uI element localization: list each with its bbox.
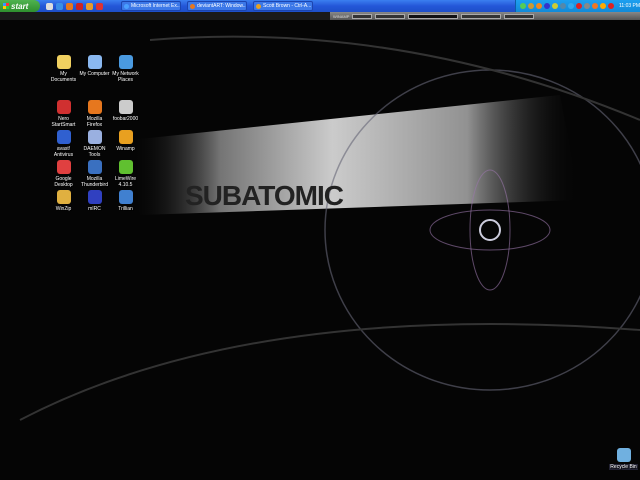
tray-icon[interactable] [544, 3, 550, 9]
icon-label: mIRC [88, 206, 101, 212]
nero-icon[interactable] [96, 2, 103, 10]
taskbar-button[interactable]: deviantART: Window... [187, 1, 247, 11]
icon-label: My Network Places [112, 71, 139, 83]
tray-icon[interactable] [520, 3, 526, 9]
google-desktop-icon [56, 160, 71, 174]
quick-launch [46, 2, 103, 10]
winamp-toolbar[interactable]: WINAMP [330, 12, 640, 20]
desktop-icon[interactable]: WinZip [48, 190, 79, 212]
tray-icon[interactable] [576, 3, 582, 9]
nero-icon [56, 100, 71, 114]
my-computer-icon [87, 55, 102, 69]
tray-icon[interactable] [528, 3, 534, 9]
tray-icon[interactable] [592, 3, 598, 9]
icon-label: foobar2000 [112, 116, 139, 122]
avast-icon [56, 130, 71, 144]
start-button[interactable]: start [0, 0, 40, 12]
desktop-icon[interactable]: avast! Antivirus [48, 130, 79, 158]
tray-icon[interactable] [560, 3, 566, 9]
desktop-icon[interactable]: Google Desktop [48, 160, 79, 188]
icon-label: Trillian [118, 206, 133, 212]
tray-icon[interactable] [608, 3, 614, 9]
icon-label: Winamp [116, 146, 135, 152]
desktop-icon[interactable]: LimeWire 4.10.5 [110, 160, 141, 188]
taskbar-button[interactable]: Microsoft Internet Ex... [121, 1, 181, 11]
task-list: Microsoft Internet Ex... deviantART: Wind… [115, 1, 313, 11]
desktop-icon[interactable]: mIRC [79, 190, 110, 212]
icon-label: Mozilla Thunderbird [81, 176, 108, 188]
window-icon [256, 3, 261, 9]
ie-icon[interactable] [56, 2, 63, 10]
show-desktop-icon[interactable] [46, 2, 53, 10]
mirc-icon [87, 190, 102, 204]
tray-icon[interactable] [568, 3, 574, 9]
app-icon[interactable] [86, 2, 93, 10]
desktop-icon[interactable]: My Computer [79, 55, 110, 77]
windows-flag-icon [3, 3, 9, 9]
tray-icon[interactable] [600, 3, 606, 9]
thunderbird-icon [87, 160, 102, 174]
icon-label: DAEMON Tools [83, 146, 106, 158]
foobar-icon [118, 100, 133, 114]
task-label: Microsoft Internet Ex... [131, 3, 181, 9]
winamp-icon [118, 130, 133, 144]
desktop-icon[interactable]: My Network Places [110, 55, 141, 83]
window-icon [124, 3, 129, 9]
tray-icon[interactable] [584, 3, 590, 9]
icon-label: LimeWire 4.10.5 [114, 176, 137, 188]
task-label: deviantART: Window... [197, 3, 247, 9]
icon-label: avast! Antivirus [53, 146, 74, 158]
taskbar-button[interactable]: Scott Brown - Ctrl-A... [253, 1, 313, 11]
desktop-icon[interactable]: Trillian [110, 190, 141, 212]
winzip-icon [56, 190, 71, 204]
recycle-bin-icon [616, 448, 631, 462]
limewire-icon [118, 160, 133, 174]
desktop-icon[interactable]: foobar2000 [110, 100, 141, 122]
clock[interactable]: 11:03 PM [619, 3, 640, 9]
system-tray: 11:03 PM [515, 0, 640, 12]
firefox-icon [87, 100, 102, 114]
network-places-icon [118, 55, 133, 69]
window-icon [190, 3, 195, 9]
my-documents-icon [56, 55, 71, 69]
tray-icon[interactable] [536, 3, 542, 9]
wallpaper-logo: SUBATOMIC [185, 180, 344, 211]
winamp-buttons[interactable] [375, 13, 406, 19]
daemon-tools-icon [87, 130, 102, 144]
winamp-controls[interactable] [352, 13, 373, 19]
firefox-icon[interactable] [66, 2, 73, 10]
desktop-icon[interactable]: Mozilla Thunderbird [79, 160, 110, 188]
desktop-icon[interactable]: My Documents [48, 55, 79, 83]
desktop-icon[interactable]: Nero StartSmart [48, 100, 79, 128]
winamp-seek[interactable] [461, 13, 502, 19]
task-label: Scott Brown - Ctrl-A... [263, 3, 312, 9]
winrar-icon[interactable] [76, 2, 83, 10]
icon-label: My Computer [79, 71, 110, 77]
taskbar: start Microsoft Internet Ex... deviantART… [0, 0, 640, 12]
icon-label: WinZip [55, 206, 72, 212]
icon-label: Nero StartSmart [51, 116, 76, 128]
icon-label: My Documents [50, 71, 77, 83]
icon-label: Google Desktop [54, 176, 73, 188]
desktop-icon[interactable]: Mozilla Firefox [79, 100, 110, 128]
winamp-label: WINAMP [333, 13, 350, 19]
desktop-icon-recycle-bin[interactable]: Recycle Bin [608, 448, 639, 470]
winamp-volume[interactable] [504, 13, 535, 19]
desktop-icon[interactable]: Winamp [110, 130, 141, 152]
winamp-display [408, 13, 459, 19]
icon-label: Mozilla Firefox [86, 116, 103, 128]
desktop-icon[interactable]: DAEMON Tools [79, 130, 110, 158]
tray-icon[interactable] [552, 3, 558, 9]
trillian-icon [118, 190, 133, 204]
